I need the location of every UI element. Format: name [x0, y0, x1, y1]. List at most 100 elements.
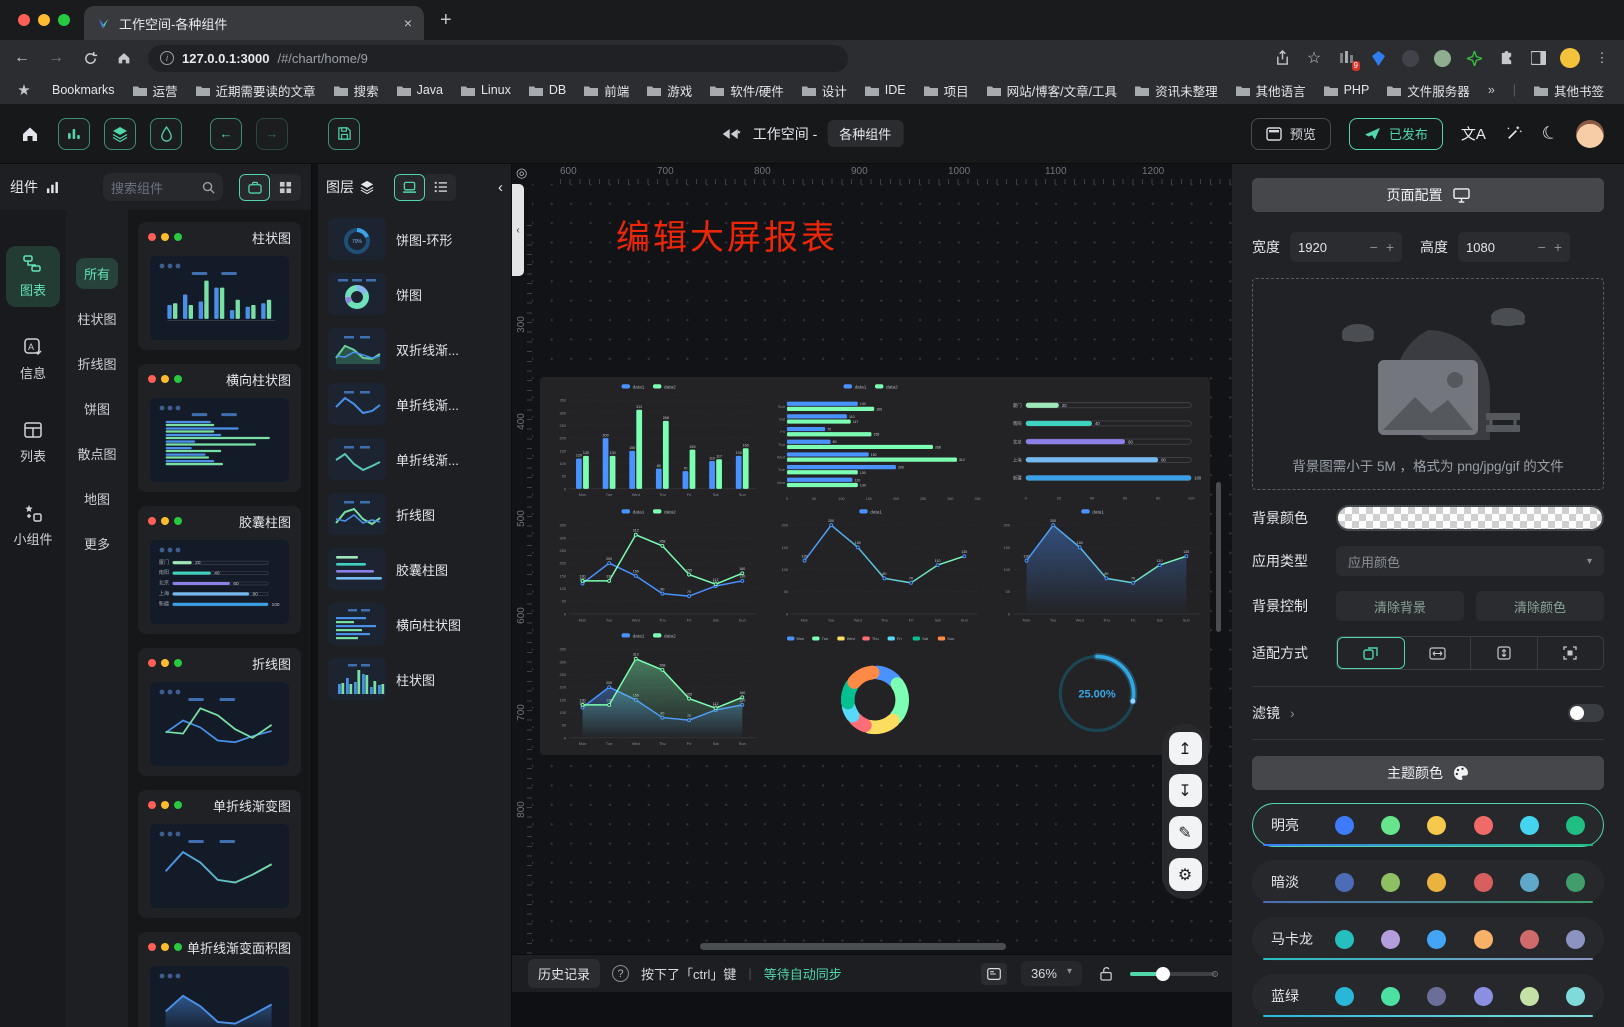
minimize-window-button[interactable] [38, 14, 50, 26]
layer-item[interactable]: 单折线渐... [328, 383, 501, 425]
bookmark-item[interactable]: 文件服务器 [1387, 81, 1470, 100]
app-type-select[interactable]: 应用颜色▾ [1336, 546, 1604, 576]
canvas-chart-area-double[interactable]: data1data2050100150200250300350MonTueWed… [542, 628, 764, 753]
theme-row-0[interactable]: 明亮 [1252, 803, 1604, 847]
other-bookmarks[interactable]: 其他书签 [1534, 81, 1604, 100]
preview-button[interactable]: 预览 [1251, 118, 1331, 150]
layer-list-toggle[interactable] [425, 174, 456, 201]
save-button[interactable] [328, 118, 360, 150]
view-grid-toggle[interactable] [270, 174, 301, 201]
zoom-slider[interactable] [1130, 972, 1216, 976]
profile-avatar[interactable] [1560, 48, 1580, 68]
component-card[interactable]: 胶囊柱图厦门20南阳40北京60上海80新疆100 [138, 506, 301, 634]
bookmark-item[interactable]: DB [529, 83, 566, 97]
bookmark-item[interactable]: 前端 [584, 81, 629, 100]
sidebar-item-0[interactable]: 图表 [6, 246, 60, 307]
pin-extension-icon[interactable] [1368, 48, 1388, 68]
theme-row-3[interactable]: 蓝绿 [1252, 974, 1604, 1018]
bookmark-item[interactable]: 近期需要读的文章 [196, 81, 316, 100]
width-plus[interactable]: + [1386, 239, 1394, 255]
layer-item[interactable]: 双折线渐... [328, 328, 501, 370]
height-plus[interactable]: + [1554, 239, 1562, 255]
address-bar[interactable]: i 127.0.0.1:3000/#/chart/home/9 [148, 45, 848, 72]
theme-row-2[interactable]: 马卡龙 [1252, 917, 1604, 961]
reload-icon[interactable] [80, 48, 100, 68]
browser-tab[interactable]: 工作空间-各种组件 × [84, 6, 424, 40]
canvas-chart-capsule[interactable]: 020406080100厦门20南阳40北京60上海80新疆100 [986, 379, 1208, 504]
horizontal-scrollbar[interactable] [700, 943, 1006, 950]
sidebar-item-1[interactable]: A信息 [6, 329, 60, 390]
sidebar-toggle-icon[interactable] [1528, 48, 1548, 68]
publish-button[interactable]: 已发布 [1349, 118, 1443, 150]
clear-color-button[interactable]: 清除颜色 [1476, 591, 1604, 621]
site-info-icon[interactable]: i [160, 51, 174, 65]
sidebar-item-3[interactable]: 小组件 [6, 495, 60, 556]
category-item-2[interactable]: 折线图 [69, 348, 124, 379]
layer-item[interactable]: 70%饼图-环形 [328, 218, 501, 260]
export-button[interactable]: ↥ [1169, 732, 1202, 765]
sidebar-item-2[interactable]: 列表 [6, 412, 60, 473]
bookmark-item[interactable]: 运营 [133, 81, 178, 100]
layers-tool-button[interactable] [104, 118, 136, 150]
bookmark-item[interactable]: 软件/硬件 [710, 81, 783, 100]
translate-icon[interactable]: 文A [1461, 123, 1486, 144]
component-card[interactable]: 柱状图 [138, 222, 301, 350]
bookmark-item[interactable]: Linux [461, 83, 511, 97]
zoom-select[interactable]: 36%▾ [1021, 961, 1082, 986]
theme-row-1[interactable]: 暗淡 [1252, 860, 1604, 904]
collapse-layers-icon[interactable]: ‹ [498, 179, 503, 196]
lock-icon[interactable] [1096, 964, 1116, 984]
filter-toggle[interactable] [1568, 704, 1604, 722]
search-input[interactable]: 搜索组件 [103, 173, 223, 201]
new-tab-button[interactable]: + [440, 9, 452, 32]
category-item-3[interactable]: 饼图 [76, 393, 118, 424]
bg-color-swatch[interactable] [1336, 505, 1604, 531]
tab-close-icon[interactable]: × [404, 15, 412, 31]
background-upload-dropzone[interactable]: 背景图需小于 5M ，格式为 png/jpg/gif 的文件 [1252, 278, 1604, 490]
category-item-1[interactable]: 柱状图 [69, 303, 124, 334]
component-card[interactable]: 折线图 [138, 648, 301, 776]
charts-tool-button[interactable] [58, 118, 90, 150]
filter-expand-icon[interactable]: › [1290, 705, 1295, 721]
bookmark-item[interactable]: 其他语言 [1236, 81, 1306, 100]
dark-mode-icon[interactable]: ☾ [1539, 121, 1561, 146]
workspace-name-badge[interactable]: 各种组件 [827, 120, 903, 147]
canvas-chart-bar[interactable]: data1data2050100150200250300350MonTueWed… [542, 379, 764, 504]
theme-color-header[interactable]: 主题颜色 [1252, 756, 1604, 790]
canvas-chart-area[interactable]: data1050100150200MonTueWedThuFriSatSun12… [986, 504, 1208, 629]
component-card[interactable]: 单折线渐变图 [138, 790, 301, 918]
panel-resize-handle[interactable]: ‹ [512, 184, 524, 276]
canvas-chart-hbar[interactable]: data1data2050100150200250300350Sun130160… [764, 379, 986, 504]
component-card[interactable]: 横向柱状图 [138, 364, 301, 492]
fit-full-button[interactable] [1538, 637, 1604, 669]
forward-icon[interactable]: → [46, 49, 66, 67]
bookmarks-star-icon[interactable]: ★ [14, 80, 34, 100]
layer-item[interactable]: 折线图 [328, 493, 501, 535]
details-tool-button[interactable] [150, 118, 182, 150]
canvas-area[interactable]: 6007008009001000110012001300 20030040050… [512, 164, 1232, 954]
layer-item[interactable]: 柱状图 [328, 658, 501, 700]
width-stepper[interactable]: 1920 −+ [1290, 232, 1402, 262]
history-button[interactable]: 历史记录 [528, 959, 600, 988]
view-kit-toggle[interactable] [239, 174, 270, 201]
settings-gear-button[interactable]: ⚙ [1169, 858, 1202, 891]
component-card[interactable]: 单折线渐变面积图 [138, 932, 301, 1027]
share-icon[interactable] [1272, 48, 1292, 68]
category-item-4[interactable]: 散点图 [69, 438, 124, 469]
back-icon[interactable]: ← [12, 49, 32, 67]
bookmark-item[interactable]: Java [397, 83, 443, 97]
bookmark-item[interactable]: 网站/博客/文章/工具 [987, 81, 1117, 100]
edit-button[interactable]: ✎ [1169, 816, 1202, 849]
canvas-chart-line-gradient[interactable]: data1050100150200MonTueWedThuFriSatSun12… [764, 504, 986, 629]
ruler-eye-icon[interactable]: ◎ [516, 165, 527, 181]
notes-button[interactable] [981, 963, 1007, 985]
layer-item[interactable]: 单折线渐... [328, 438, 501, 480]
bookmarks-overflow[interactable]: » [1488, 83, 1495, 97]
bookmark-item[interactable]: PHP [1324, 83, 1370, 97]
extensions-puzzle-icon[interactable] [1496, 48, 1516, 68]
vertical-scrollbar[interactable] [1216, 482, 1221, 632]
clear-background-button[interactable]: 清除背景 [1336, 591, 1464, 621]
close-window-button[interactable] [18, 14, 30, 26]
bookmark-item[interactable]: 项目 [924, 81, 969, 100]
extension-columns-icon[interactable]: 9 [1336, 48, 1356, 68]
